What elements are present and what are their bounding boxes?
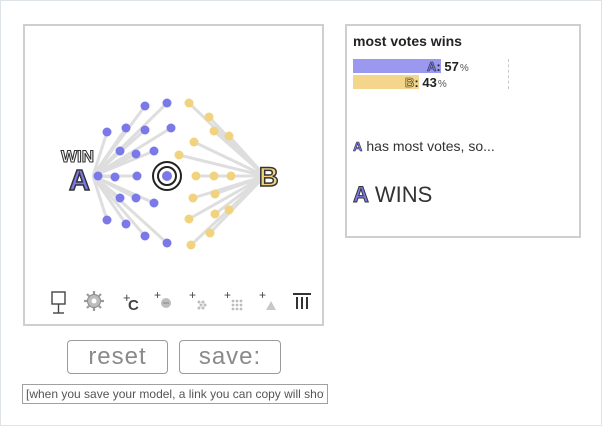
ballot-tool[interactable] [49,290,77,318]
settings-tool[interactable] [83,290,111,318]
voter-dot-b[interactable] [188,193,198,203]
voter-dot-b[interactable] [184,214,194,224]
voter-dot-a[interactable] [166,123,176,133]
winner-announcement: A WINS [353,182,433,208]
voter-dot-b[interactable] [224,131,234,141]
majority-line [508,59,509,89]
election-method-title: most votes wins [353,33,462,49]
vote-letter-a: A [427,59,437,75]
voter-dot-a[interactable] [140,231,150,241]
voter-dot-b[interactable] [209,126,219,136]
save-button[interactable]: save: [179,340,281,374]
voter-dot-a[interactable] [149,198,159,208]
voter-dot-a[interactable] [140,125,150,135]
vote-letter-b: B [405,75,415,91]
voter-dot-a[interactable] [102,127,112,137]
voter-dot-b[interactable] [174,150,184,160]
voter-dot-a[interactable] [162,98,172,108]
ballot-icon [51,291,66,314]
voter-dot-a[interactable] [140,101,150,111]
add-voter-crowd-tool[interactable]: + [188,290,216,318]
voter-dot-a[interactable] [132,171,142,181]
voter-dot-b[interactable] [189,137,199,147]
gear-icon [84,291,104,311]
voter-dot-a[interactable] [121,123,131,133]
add-voter-tool[interactable]: + [153,290,181,318]
voter-dot-a[interactable] [149,146,159,156]
winner-text: WINS [374,182,433,207]
vote-value-b: 43 [422,75,437,90]
svg-text:+: + [154,290,161,302]
pillars-tool[interactable] [291,290,319,318]
save-link-field[interactable] [22,384,328,404]
voter-dot-b[interactable] [210,209,220,219]
results-panel: most votes wins A : 57 % B : 43 % A has … [345,24,581,238]
voter-dot-b[interactable] [184,98,194,108]
voter-dot-b[interactable] [226,171,236,181]
voter-lines [91,101,267,247]
voter-dot-b[interactable] [191,171,201,181]
center-voter-target[interactable] [152,161,182,191]
add-triangle-icon: + [259,290,276,310]
add-voter-grid-icon: + [224,290,243,311]
svg-text:+: + [189,290,196,302]
tool-toolbar: + C + + + + [25,290,322,318]
voter-dot-b[interactable] [204,112,214,122]
voter-dot-b[interactable] [205,228,215,238]
add-candidate-icon: + C [123,290,139,314]
vote-value-a: 57 [444,59,459,74]
reason-candidate: A [353,139,363,155]
voter-dot-a[interactable] [115,146,125,156]
result-reason: A has most votes, so... [353,138,495,154]
vote-label-b: B : 43 % [405,75,447,91]
svg-text:+: + [259,290,266,302]
voter-dot-b[interactable] [224,205,234,215]
add-voter-icon: + [154,290,171,308]
vote-pct-b: % [437,79,447,90]
voter-dot-a[interactable] [131,149,141,159]
voter-line [193,140,266,178]
vote-pct-a: % [459,63,469,74]
voter-dot-a[interactable] [121,219,131,229]
voter-dot-a[interactable] [110,172,120,182]
voter-dot-b[interactable] [186,240,196,250]
voter-dot-a[interactable] [93,171,103,181]
candidate-b[interactable]: B [258,161,279,193]
voter-dot-a[interactable] [102,215,112,225]
voter-dot-b[interactable] [210,189,220,199]
voter-dot-a[interactable] [162,238,172,248]
voter-dot-a[interactable] [131,193,141,203]
win-label: WIN [61,147,94,166]
add-candidate-tool[interactable]: + C [118,290,146,318]
svg-text:+: + [224,290,231,302]
voter-dot-b[interactable] [209,171,219,181]
reset-button[interactable]: reset [67,340,168,374]
reason-text: has most votes, so... [366,138,495,154]
winner-candidate: A [353,182,370,208]
candidate-a[interactable]: A [68,164,91,198]
add-voter-grid-tool[interactable]: + [223,290,251,318]
voter-map[interactable]: WIN A B [25,26,322,324]
add-voter-crowd-icon: + [189,290,207,310]
vote-label-a: A : 57 % [427,59,469,75]
add-triangle-tool[interactable]: + [258,290,286,318]
pillars-icon [293,293,311,309]
simulation-panel[interactable]: WIN A B + C + + + + [23,24,324,326]
voter-dot-a[interactable] [115,193,125,203]
